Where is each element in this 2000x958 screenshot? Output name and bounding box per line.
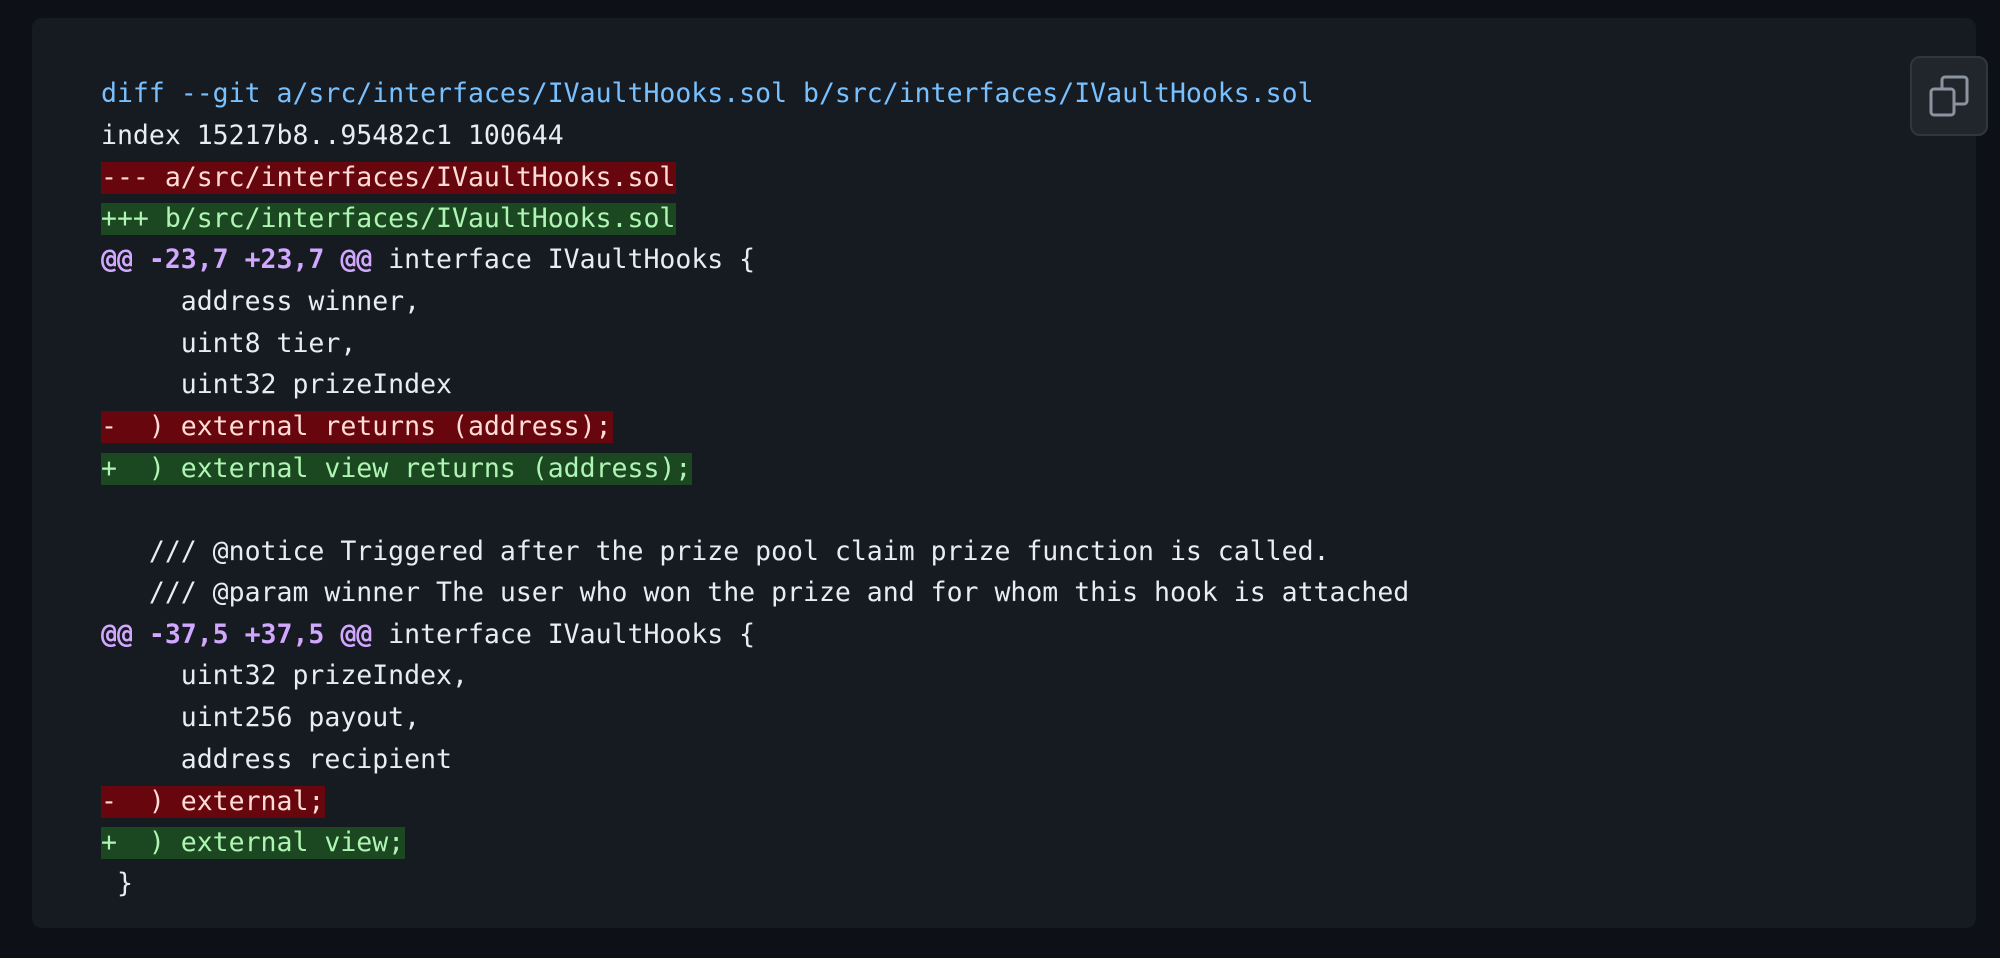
hunk-header: @@ -23,7 +23,7 @@ interface IVaultHooks … (101, 239, 1409, 281)
copy-icon (1929, 75, 1969, 117)
copy-button[interactable] (1910, 56, 1988, 136)
diff-context-line: address winner, (101, 285, 421, 317)
diff-context-line: address recipient (101, 743, 452, 775)
diff-context-line: /// @notice Triggered after the prize po… (101, 535, 1330, 567)
diff-deleted-line: - ) external returns (address); (101, 406, 1409, 448)
diff-added-line: + ) external view; (101, 822, 1409, 864)
added-text: + ) external view returns (address); (101, 452, 693, 485)
deleted-text: - ) external; (101, 785, 326, 818)
diff-new-file-text: +++ b/src/interfaces/IVaultHooks.sol (101, 203, 677, 236)
diff-old-file-text: --- a/src/interfaces/IVaultHooks.sol (101, 161, 677, 194)
diff-context-line: } (101, 868, 133, 900)
deleted-text: - ) external returns (address); (101, 411, 613, 444)
diff-added-line: + ) external view returns (address); (101, 447, 1409, 489)
code-block: diff --git a/src/interfaces/IVaultHooks.… (32, 18, 1988, 928)
diff-content: diff --git a/src/interfaces/IVaultHooks.… (101, 73, 1409, 905)
hunk-range: @@ -37,5 +37,5 @@ (101, 618, 373, 650)
diff-context-line: uint8 tier, (101, 327, 357, 359)
hunk-range: @@ -23,7 +23,7 @@ (101, 244, 373, 276)
hunk-context: interface IVaultHooks { (372, 244, 756, 276)
diff-git-header: diff --git a/src/interfaces/IVaultHooks.… (101, 78, 1314, 109)
diff-index-line: index 15217b8..95482c1 100644 (101, 119, 564, 151)
diff-blank-line (101, 489, 1409, 531)
diff-old-file-line: --- a/src/interfaces/IVaultHooks.sol (101, 156, 1409, 198)
diff-new-file-line: +++ b/src/interfaces/IVaultHooks.sol (101, 198, 1409, 240)
added-text: + ) external view; (101, 827, 406, 860)
diff-deleted-line: - ) external; (101, 780, 1409, 822)
diff-context-line: uint32 prizeIndex, (101, 660, 468, 692)
hunk-header: @@ -37,5 +37,5 @@ interface IVaultHooks … (101, 614, 1409, 656)
diff-context-line: uint32 prizeIndex (101, 369, 452, 401)
diff-context-line: /// @param winner The user who won the p… (101, 577, 1410, 609)
diff-context-line: uint256 payout, (101, 701, 421, 733)
hunk-context: interface IVaultHooks { (372, 618, 756, 650)
